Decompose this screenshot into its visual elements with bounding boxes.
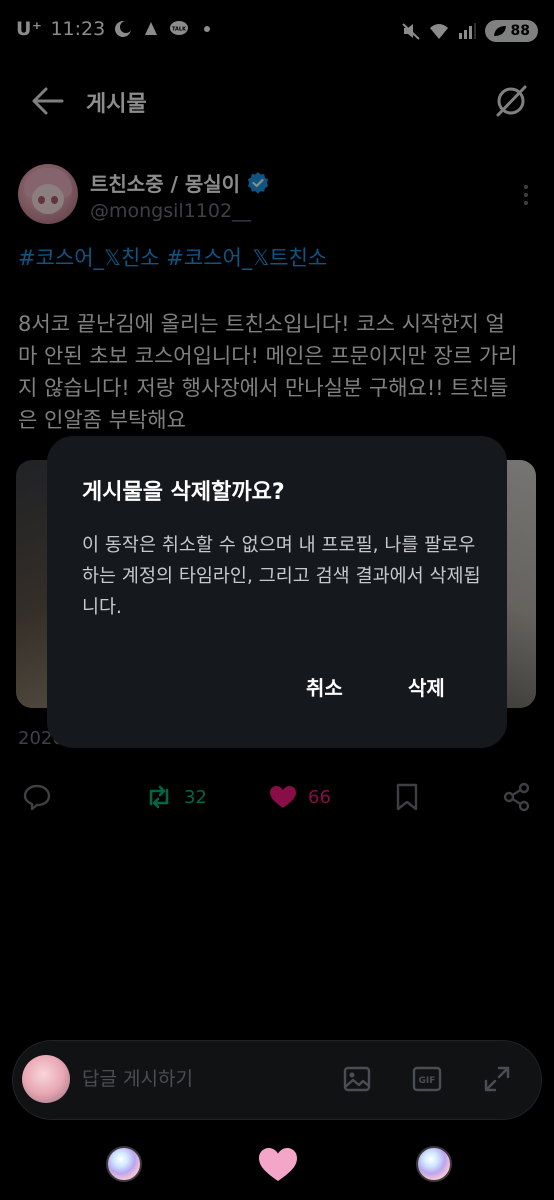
reply-input[interactable] [82, 1068, 322, 1090]
reply-avatar [22, 1055, 70, 1103]
dialog-title: 게시물을 삭제할까요? [82, 480, 285, 505]
dialog-message: 이 동작은 취소할 수 없으며 내 프로필, 나를 팔로우하는 계정의 타임라인… [82, 535, 481, 618]
heart-nav-icon[interactable] [257, 1144, 299, 1184]
gif-icon[interactable]: GIF [412, 1064, 442, 1094]
cancel-button[interactable]: 취소 [306, 672, 343, 701]
delete-button[interactable]: 삭제 [408, 672, 445, 701]
expand-icon[interactable] [482, 1064, 512, 1094]
gif-label: GIF [419, 1076, 436, 1086]
nav-orb-left-icon[interactable] [106, 1146, 142, 1182]
nav-orb-right-icon[interactable] [416, 1146, 452, 1182]
image-icon[interactable] [342, 1064, 372, 1094]
